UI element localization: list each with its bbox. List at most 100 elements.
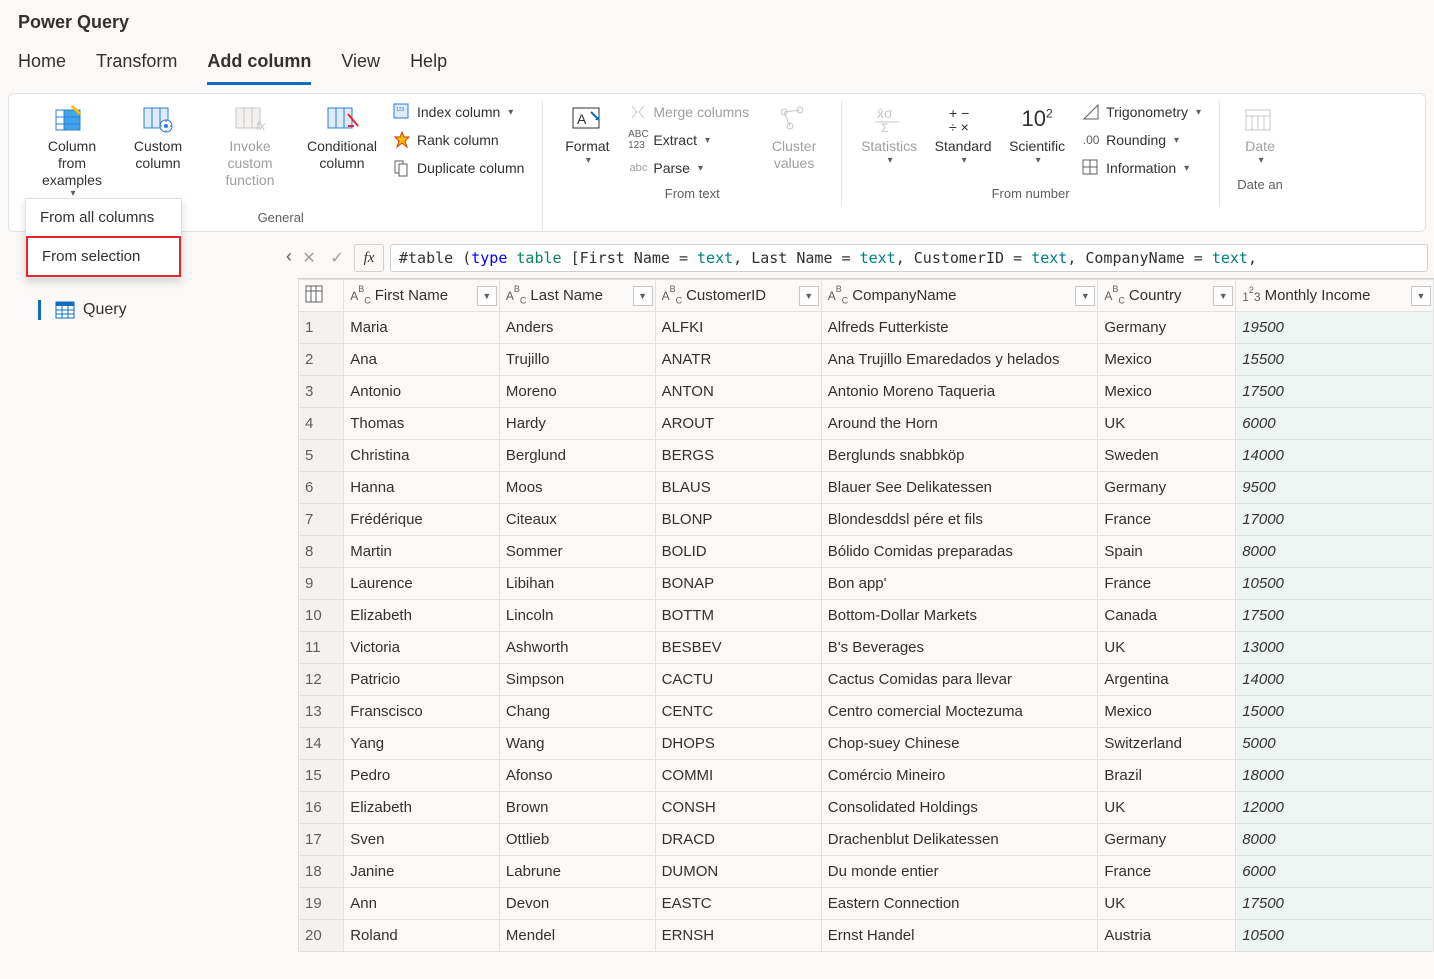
tab-home[interactable]: Home [18,47,66,85]
table-cell[interactable]: 10500 [1236,568,1434,600]
table-row[interactable]: 4ThomasHardyAROUTAround the HornUK6000 [299,408,1434,440]
row-number[interactable]: 13 [299,696,344,728]
table-cell[interactable]: Simpson [499,664,655,696]
table-cell[interactable]: ANTON [655,376,821,408]
tab-add-column[interactable]: Add column [207,47,311,85]
custom-column-button[interactable]: Custom column [117,100,199,176]
dropdown-item-from-selection[interactable]: From selection [26,236,181,277]
tab-view[interactable]: View [341,47,380,85]
table-cell[interactable]: Bon app' [821,568,1098,600]
table-cell[interactable]: Devon [499,888,655,920]
table-cell[interactable]: Canada [1098,600,1236,632]
table-cell[interactable]: Frédérique [344,504,500,536]
duplicate-column-button[interactable]: Duplicate column [387,156,530,180]
table-cell[interactable]: DRACD [655,824,821,856]
table-cell[interactable]: CACTU [655,664,821,696]
table-cell[interactable]: Blondesddsl pére et fils [821,504,1098,536]
row-number[interactable]: 4 [299,408,344,440]
table-cell[interactable]: Consolidated Holdings [821,792,1098,824]
table-cell[interactable]: Wang [499,728,655,760]
table-cell[interactable]: Centro comercial Moctezuma [821,696,1098,728]
table-cell[interactable]: Moreno [499,376,655,408]
table-cell[interactable]: DUMON [655,856,821,888]
table-cell[interactable]: AROUT [655,408,821,440]
column-filter-button[interactable]: ▼ [1213,286,1233,306]
query-item[interactable]: Query [8,294,298,326]
table-cell[interactable]: Comércio Mineiro [821,760,1098,792]
table-cell[interactable]: ANATR [655,344,821,376]
table-cell[interactable]: B's Beverages [821,632,1098,664]
column-header[interactable]: 123 Monthly Income▼ [1236,280,1434,312]
table-cell[interactable]: Lincoln [499,600,655,632]
column-header[interactable]: ABC First Name▼ [344,280,500,312]
table-cell[interactable]: Around the Horn [821,408,1098,440]
standard-button[interactable]: + −÷ × Standard ▾ [928,100,998,171]
table-cell[interactable]: 6000 [1236,856,1434,888]
row-number[interactable]: 7 [299,504,344,536]
table-cell[interactable]: Berglunds snabbköp [821,440,1098,472]
table-row[interactable]: 12PatricioSimpsonCACTUCactus Comidas par… [299,664,1434,696]
table-cell[interactable]: Hardy [499,408,655,440]
table-cell[interactable]: Yang [344,728,500,760]
table-cell[interactable]: Franscisco [344,696,500,728]
table-cell[interactable]: Eastern Connection [821,888,1098,920]
accept-formula-button[interactable]: ✓ [326,245,348,271]
table-cell[interactable]: Antonio Moreno Taqueria [821,376,1098,408]
table-cell[interactable]: Libihan [499,568,655,600]
table-cell[interactable]: Janine [344,856,500,888]
row-number[interactable]: 17 [299,824,344,856]
table-cell[interactable]: UK [1098,792,1236,824]
table-cell[interactable]: Brazil [1098,760,1236,792]
table-cell[interactable]: UK [1098,632,1236,664]
table-cell[interactable]: Spain [1098,536,1236,568]
table-cell[interactable]: Bottom-Dollar Markets [821,600,1098,632]
column-header[interactable]: ABC Country▼ [1098,280,1236,312]
table-row[interactable]: 11VictoriaAshworthBESBEVB's BeveragesUK1… [299,632,1434,664]
table-cell[interactable]: Argentina [1098,664,1236,696]
trigonometry-button[interactable]: Trigonometry ▾ [1076,100,1207,124]
table-cell[interactable]: Martin [344,536,500,568]
row-number[interactable]: 9 [299,568,344,600]
table-cell[interactable]: Mexico [1098,344,1236,376]
table-cell[interactable]: EASTC [655,888,821,920]
table-cell[interactable]: Sommer [499,536,655,568]
column-filter-button[interactable]: ▼ [1411,286,1431,306]
table-row[interactable]: 10ElizabethLincolnBOTTMBottom-Dollar Mar… [299,600,1434,632]
table-cell[interactable]: 14000 [1236,440,1434,472]
table-cell[interactable]: Germany [1098,312,1236,344]
table-cell[interactable]: Mexico [1098,376,1236,408]
table-row[interactable]: 8MartinSommerBOLIDBólido Comidas prepara… [299,536,1434,568]
row-number[interactable]: 15 [299,760,344,792]
column-from-examples-button[interactable]: Column from examples ▾ [31,100,113,204]
conditional-column-button[interactable]: Conditional column [301,100,383,176]
table-cell[interactable]: Sven [344,824,500,856]
table-cell[interactable]: Moos [499,472,655,504]
table-cell[interactable]: Mexico [1098,696,1236,728]
tab-transform[interactable]: Transform [96,47,177,85]
table-cell[interactable]: ERNSH [655,920,821,952]
table-cell[interactable]: 9500 [1236,472,1434,504]
parse-button[interactable]: abc Parse ▾ [623,156,755,180]
table-cell[interactable]: Anders [499,312,655,344]
table-row[interactable]: 15PedroAfonsoCOMMIComércio MineiroBrazil… [299,760,1434,792]
table-cell[interactable]: Bólido Comidas preparadas [821,536,1098,568]
table-cell[interactable]: Ana Trujillo Emaredados y helados [821,344,1098,376]
information-button[interactable]: Information ▾ [1076,156,1207,180]
table-row[interactable]: 9LaurenceLibihanBONAPBon app'France10500 [299,568,1434,600]
table-cell[interactable]: CONSH [655,792,821,824]
column-header[interactable]: ABC CompanyName▼ [821,280,1098,312]
table-cell[interactable]: Brown [499,792,655,824]
row-number[interactable]: 5 [299,440,344,472]
table-cell[interactable]: Laurence [344,568,500,600]
table-cell[interactable]: Alfreds Futterkiste [821,312,1098,344]
table-row[interactable]: 6HannaMoosBLAUSBlauer See DelikatessenGe… [299,472,1434,504]
dropdown-item-from-all-columns[interactable]: From all columns [26,199,181,236]
extract-button[interactable]: ABC123 Extract ▾ [623,128,755,152]
table-cell[interactable]: Christina [344,440,500,472]
table-cell[interactable]: 12000 [1236,792,1434,824]
table-cell[interactable]: UK [1098,888,1236,920]
format-button[interactable]: A Format ▾ [555,100,619,171]
table-cell[interactable]: Germany [1098,824,1236,856]
table-cell[interactable]: Switzerland [1098,728,1236,760]
table-cell[interactable]: 13000 [1236,632,1434,664]
